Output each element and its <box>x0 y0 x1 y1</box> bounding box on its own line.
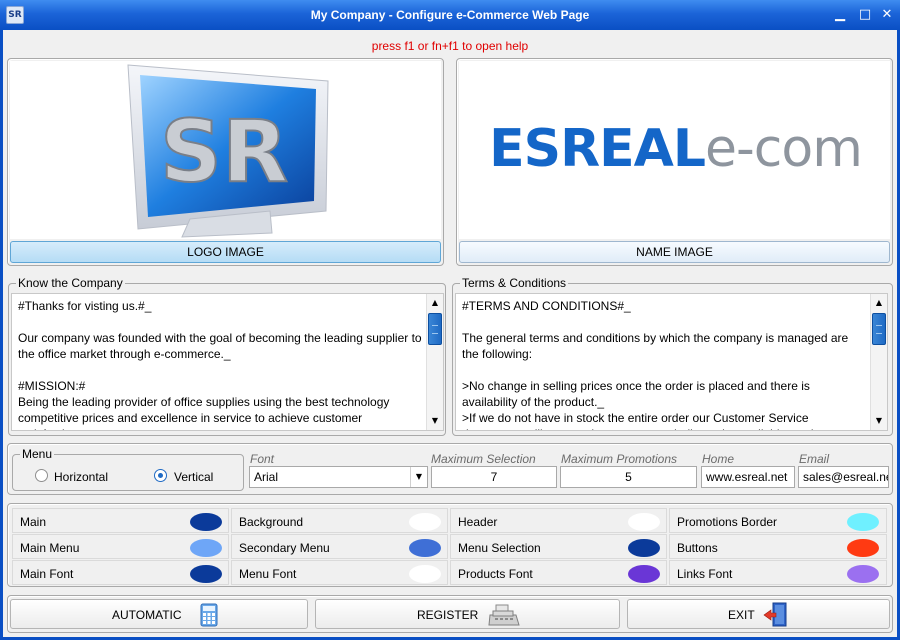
name-image[interactable]: ESREALe-com <box>459 61 890 239</box>
color-setting-label: Background <box>239 515 304 529</box>
name-image-button[interactable]: NAME IMAGE <box>459 241 890 263</box>
automatic-button-label: AUTOMATIC <box>112 608 182 622</box>
chevron-down-icon[interactable]: ▼ <box>410 467 427 487</box>
know-company-text: #Thanks for visting us.#_ Our company wa… <box>18 299 422 430</box>
exit-door-icon <box>763 602 787 627</box>
color-swatch[interactable] <box>409 565 441 583</box>
color-setting-label: Menu Selection <box>458 541 541 555</box>
cash-register-icon <box>488 604 520 626</box>
logo-image[interactable]: SR <box>10 61 441 239</box>
menu-label: Menu <box>22 447 53 461</box>
monitor-logo-icon: SR <box>127 64 329 238</box>
color-setting-label: Main <box>20 515 47 529</box>
scroll-thumb[interactable] <box>872 313 886 345</box>
color-swatch[interactable] <box>190 513 222 531</box>
menu-group: Menu <box>12 447 244 491</box>
title-bar: SR My Company - Configure e-Commerce Web… <box>0 0 900 30</box>
max-selection-label: Maximum Selection <box>431 452 536 466</box>
color-setting-menu-selection[interactable]: Menu Selection <box>450 534 667 559</box>
maximize-icon[interactable]: □ <box>857 7 873 23</box>
color-swatch[interactable] <box>628 539 660 557</box>
home-url-field[interactable]: www.esreal.net <box>701 466 795 488</box>
brand-name-suffix: e-com <box>705 119 863 179</box>
exit-button[interactable]: EXIT <box>627 599 890 629</box>
color-setting-buttons[interactable]: Buttons <box>669 534 887 559</box>
scroll-down-icon[interactable]: ▼ <box>427 413 443 429</box>
know-company-label: Know the Company <box>18 276 123 290</box>
scroll-thumb[interactable] <box>428 313 442 345</box>
color-setting-background[interactable]: Background <box>231 508 448 533</box>
color-swatch[interactable] <box>847 565 879 583</box>
font-label: Font <box>250 452 275 466</box>
color-swatch[interactable] <box>628 565 660 583</box>
scroll-up-icon[interactable]: ▲ <box>871 295 887 311</box>
email-label: Email <box>799 452 830 466</box>
menu-horizontal-radio[interactable] <box>35 469 48 482</box>
home-label: Home <box>702 452 735 466</box>
color-swatch[interactable] <box>847 513 879 531</box>
svg-text:SR: SR <box>160 102 288 202</box>
max-promotions-field[interactable]: 5 <box>560 466 697 488</box>
know-company-scrollbar[interactable]: ▲ ▼ <box>426 294 443 430</box>
color-setting-products-font[interactable]: Products Font <box>450 560 667 585</box>
color-swatch[interactable] <box>409 539 441 557</box>
color-setting-label: Products Font <box>458 567 533 581</box>
color-setting-label: Secondary Menu <box>239 541 330 555</box>
logo-panel: SR LOGO IMAGE <box>7 58 444 266</box>
window-title: My Company - Configure e-Commerce Web Pa… <box>310 8 590 22</box>
color-setting-label: Links Font <box>677 567 733 581</box>
font-select-value: Arial <box>254 470 279 484</box>
terms-label: Terms & Conditions <box>462 276 567 290</box>
menu-vertical-label: Vertical <box>174 470 214 484</box>
automatic-button[interactable]: AUTOMATIC <box>10 599 308 629</box>
menu-vertical-radio[interactable] <box>154 469 167 482</box>
register-button[interactable]: REGISTER <box>315 599 620 629</box>
color-setting-label: Header <box>458 515 498 529</box>
terms-textarea[interactable]: #TERMS AND CONDITIONS#_ The general term… <box>455 293 888 431</box>
font-select[interactable]: Arial ▼ <box>249 466 428 488</box>
color-setting-label: Main Font <box>20 567 74 581</box>
color-swatch[interactable] <box>190 539 222 557</box>
max-selection-field[interactable]: 7 <box>431 466 557 488</box>
color-setting-header[interactable]: Header <box>450 508 667 533</box>
max-promotions-label: Maximum Promotions <box>561 452 678 466</box>
color-setting-label: Promotions Border <box>677 515 778 529</box>
color-setting-promotions-border[interactable]: Promotions Border <box>669 508 887 533</box>
know-company-textarea[interactable]: #Thanks for visting us.#_ Our company wa… <box>11 293 444 431</box>
close-icon[interactable]: ✕ <box>879 7 895 23</box>
register-button-label: REGISTER <box>417 608 479 622</box>
scroll-up-icon[interactable]: ▲ <box>427 295 443 311</box>
menu-horizontal-label: Horizontal <box>54 470 109 484</box>
terms-scrollbar[interactable]: ▲ ▼ <box>870 294 887 430</box>
scroll-down-icon[interactable]: ▼ <box>871 413 887 429</box>
color-setting-main-menu[interactable]: Main Menu <box>12 534 229 559</box>
color-setting-label: Main Menu <box>20 541 80 555</box>
email-field[interactable]: sales@esreal.net <box>798 466 889 488</box>
help-hint: press f1 or fn+f1 to open help <box>371 39 529 53</box>
color-setting-links-font[interactable]: Links Font <box>669 560 887 585</box>
color-setting-menu-font[interactable]: Menu Font <box>231 560 448 585</box>
minimize-icon[interactable]: ▁ <box>832 7 848 23</box>
color-swatch[interactable] <box>190 565 222 583</box>
color-setting-main[interactable]: Main <box>12 508 229 533</box>
color-swatch[interactable] <box>628 513 660 531</box>
logo-image-button[interactable]: LOGO IMAGE <box>10 241 441 263</box>
color-setting-label: Menu Font <box>239 567 297 581</box>
brand-name-bold: ESREAL <box>489 119 706 179</box>
name-panel: ESREALe-com NAME IMAGE <box>456 58 893 266</box>
color-swatch[interactable] <box>847 539 879 557</box>
color-setting-label: Buttons <box>677 541 718 555</box>
calculator-icon <box>200 603 218 627</box>
color-setting-secondary-menu[interactable]: Secondary Menu <box>231 534 448 559</box>
color-swatch[interactable] <box>409 513 441 531</box>
exit-button-label: EXIT <box>728 608 755 622</box>
terms-text: #TERMS AND CONDITIONS#_ The general term… <box>462 299 849 430</box>
color-setting-main-font[interactable]: Main Font <box>12 560 229 585</box>
